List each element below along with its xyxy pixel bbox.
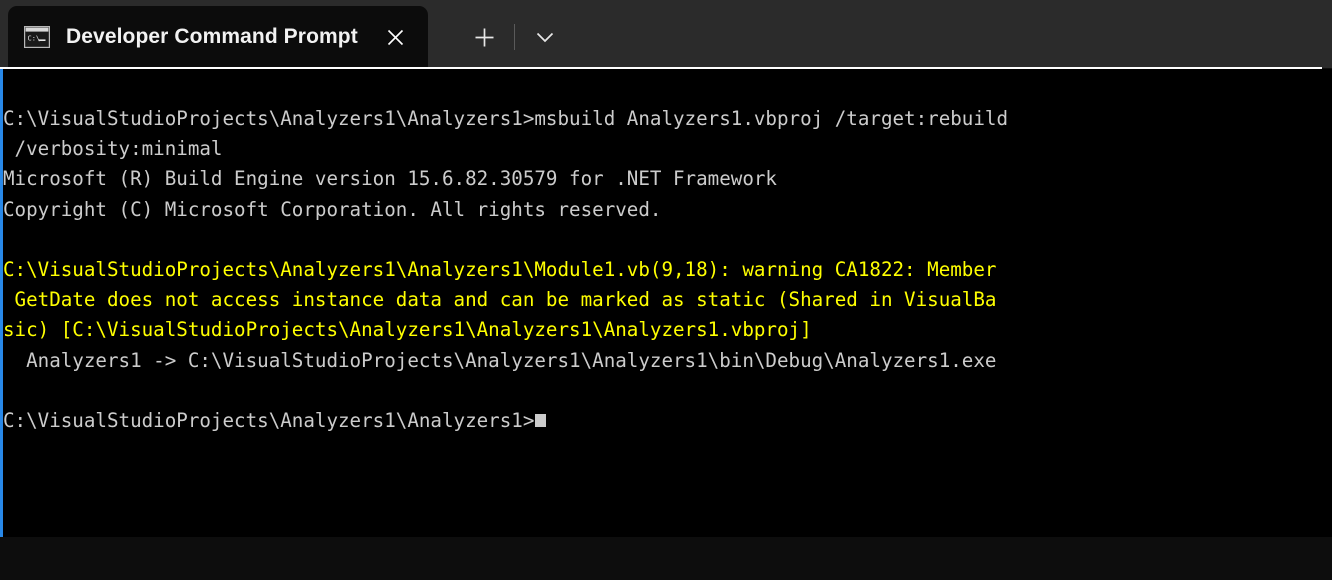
terminal-line: Microsoft (R) Build Engine version 15.6.… <box>3 164 1332 194</box>
terminal-line-text: /verbosity:minimal <box>3 137 223 161</box>
terminal-line-text: sic) [C:\VisualStudioProjects\Analyzers1… <box>3 318 812 342</box>
terminal-line-text: C:\VisualStudioProjects\Analyzers1\Analy… <box>3 257 997 281</box>
tab-separator <box>514 24 515 50</box>
terminal-line-text: Microsoft (R) Build Engine version 15.6.… <box>3 167 777 191</box>
terminal-pane[interactable]: C:\VisualStudioProjects\Analyzers1\Analy… <box>0 69 1332 537</box>
command-prompt-icon: C:\ <box>23 25 51 49</box>
terminal-window: C:\ Developer Command Prompt C:\VisualSt… <box>0 0 1332 580</box>
terminal-line-text: GetDate does not access instance data an… <box>3 288 997 312</box>
terminal-line: sic) [C:\VisualStudioProjects\Analyzers1… <box>3 315 1332 345</box>
pane-focus-accent <box>0 69 3 537</box>
terminal-line-text: C:\VisualStudioProjects\Analyzers1\Analy… <box>3 408 535 432</box>
terminal-line: GetDate does not access instance data an… <box>3 285 1332 315</box>
svg-text:C:\: C:\ <box>28 35 41 43</box>
terminal-line-text: Analyzers1 -> C:\VisualStudioProjects\An… <box>3 348 997 372</box>
terminal-line: /verbosity:minimal <box>3 134 1332 164</box>
tab-strip: C:\ Developer Command Prompt <box>0 0 1332 68</box>
new-tab-button[interactable] <box>462 15 506 59</box>
terminal-line-text: C:\VisualStudioProjects\Analyzers1\Analy… <box>3 107 1009 130</box>
terminal-cursor <box>535 413 547 427</box>
terminal-line: C:\VisualStudioProjects\Analyzers1\Analy… <box>3 255 1332 285</box>
terminal-line: Copyright (C) Microsoft Corporation. All… <box>3 195 1332 225</box>
chevron-down-icon[interactable] <box>523 15 567 59</box>
terminal-line: C:\VisualStudioProjects\Analyzers1\Analy… <box>3 406 1332 436</box>
terminal-line: Analyzers1 -> C:\VisualStudioProjects\An… <box>3 346 1332 376</box>
tab-title: Developer Command Prompt <box>66 25 358 48</box>
terminal-line-text: Copyright (C) Microsoft Corporation. All… <box>3 197 662 221</box>
terminal-line: C:\VisualStudioProjects\Analyzers1\Analy… <box>3 104 1332 134</box>
tab-developer-command-prompt[interactable]: C:\ Developer Command Prompt <box>8 6 428 68</box>
terminal-output[interactable]: C:\VisualStudioProjects\Analyzers1\Analy… <box>3 69 1332 537</box>
close-icon[interactable] <box>376 18 414 56</box>
